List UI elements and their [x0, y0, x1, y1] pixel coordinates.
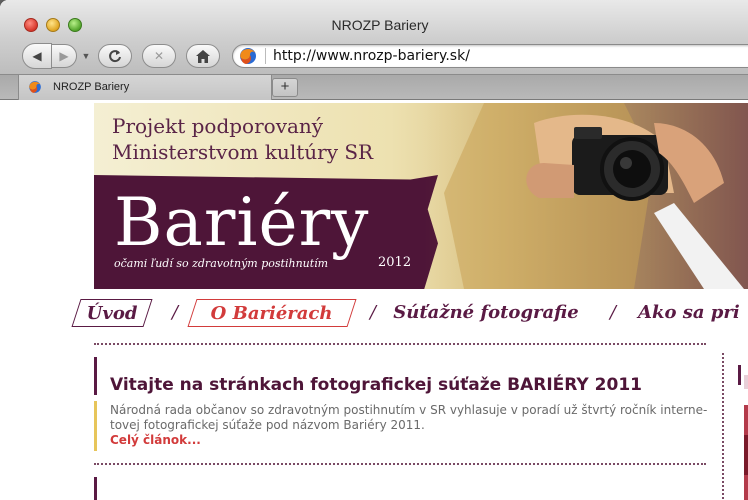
tab-bar: NROZP Bariery +: [0, 74, 748, 100]
tab-nrozp-bariery[interactable]: NROZP Bariery: [18, 75, 272, 100]
read-more-link[interactable]: Celý článok...: [110, 433, 201, 447]
back-button[interactable]: ◀: [22, 43, 52, 69]
header-tagline: Projekt podporovaný Ministerstvom kultúr…: [112, 114, 374, 164]
menu-item-o-barierach[interactable]: O Bariérach: [187, 299, 357, 327]
new-tab-button[interactable]: +: [272, 78, 298, 97]
menu-item-uvod[interactable]: Úvod: [71, 299, 153, 327]
stop-button[interactable]: ✕: [142, 44, 176, 68]
article-body: Národná rada občanov so zdravotným posti…: [110, 403, 708, 432]
site-logo[interactable]: Bariéry očami ľudí so zdravotným postihn…: [94, 175, 438, 289]
plus-icon: +: [280, 78, 290, 95]
header-photo-camera: [424, 103, 748, 289]
article-accent-bar: [94, 401, 97, 451]
stop-icon: ✕: [153, 49, 165, 63]
main-menu: Úvod / O Bariérach / Súťažné fotografie …: [71, 299, 748, 329]
menu-item-ako-sa-prihlasit[interactable]: Ako sa pri: [638, 299, 748, 327]
tab-label: NROZP Bariery: [53, 81, 130, 93]
forward-button[interactable]: ▶: [51, 44, 77, 68]
site-header: Projekt podporovaný Ministerstvom kultúr…: [94, 103, 748, 289]
menu-item-sutazne-fotografie[interactable]: Súťažné fotografie: [386, 299, 586, 327]
article-accent-bar: [94, 477, 97, 500]
firefox-icon: [240, 48, 256, 64]
reload-icon: [109, 50, 121, 63]
history-dropdown-button[interactable]: ▼: [79, 44, 93, 68]
navigation-toolbar: ◀ ▶ ▼ ✕ http://www.nrozp-bariery.sk/: [0, 38, 748, 74]
reload-button[interactable]: [98, 44, 132, 68]
logo-word: Bariéry: [114, 184, 370, 261]
sidebar-banner[interactable]: [738, 365, 748, 500]
divider: [94, 463, 706, 465]
article-title[interactable]: Vitajte na stránkach fotografickej súťaž…: [110, 375, 642, 395]
article-accent-bar: [94, 357, 97, 395]
forward-arrow-icon: ▶: [59, 49, 69, 63]
back-arrow-icon: ◀: [32, 49, 42, 63]
address-bar[interactable]: http://www.nrozp-bariery.sk/: [232, 44, 748, 68]
menu-separator: /: [610, 302, 617, 323]
home-button[interactable]: [186, 44, 220, 68]
divider: [722, 353, 724, 500]
firefox-icon: [29, 81, 41, 93]
logo-subtitle: očami ľudí so zdravotným postihnutím: [114, 257, 329, 270]
menu-separator: /: [370, 302, 377, 323]
logo-year: 2012: [378, 255, 412, 270]
divider: [94, 343, 706, 345]
chevron-down-icon: ▼: [81, 51, 91, 61]
window-title: NROZP Bariery: [331, 17, 429, 33]
url-text: http://www.nrozp-bariery.sk/: [273, 48, 470, 64]
home-icon: [196, 49, 210, 63]
title-bar: NROZP Bariery: [0, 0, 748, 38]
page-viewport: Projekt podporovaný Ministerstvom kultúr…: [16, 101, 748, 500]
menu-separator: /: [172, 302, 179, 323]
browser-window: NROZP Bariery ◀ ▶ ▼ ✕ http://www.nrozp-b…: [0, 0, 748, 500]
